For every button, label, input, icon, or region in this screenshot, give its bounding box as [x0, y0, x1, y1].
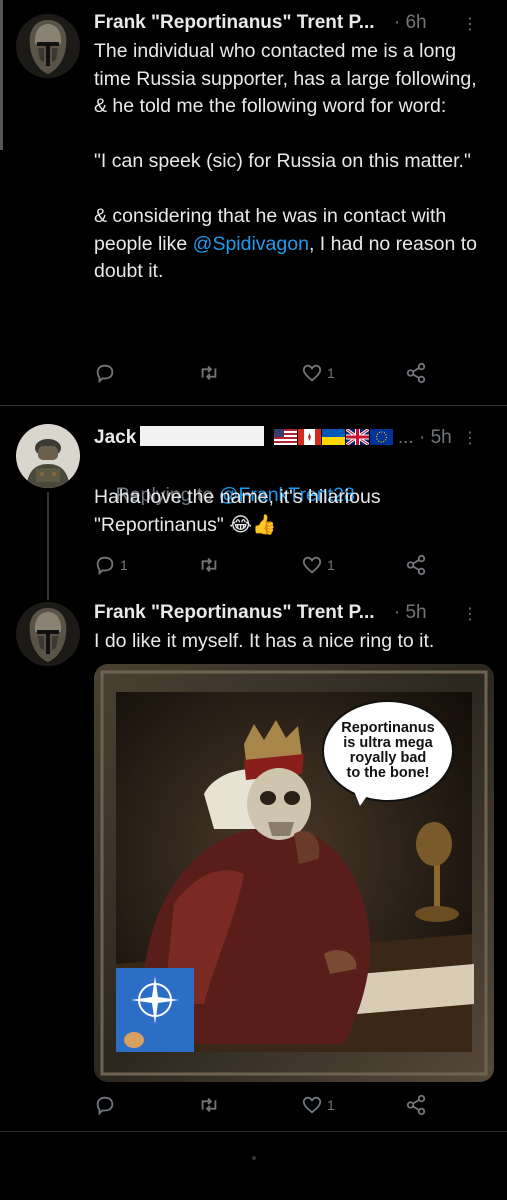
- name-overflow: ...: [397, 427, 414, 448]
- divider: [0, 1131, 507, 1132]
- flag-eu: [369, 429, 393, 445]
- like-button[interactable]: 1: [301, 362, 335, 384]
- retweet-button[interactable]: [197, 554, 221, 576]
- tweet-header: Frank "Reportinanus" Trent P... · 5h ⋮: [94, 602, 495, 630]
- timestamp[interactable]: · 5h: [394, 602, 427, 623]
- retweet-icon: [201, 365, 217, 381]
- like-count: 1: [327, 1097, 335, 1113]
- tweet-header: Jack ... · 5h ⋮: [94, 426, 495, 454]
- mention-link[interactable]: @Spidivagon: [193, 233, 309, 255]
- like-count: 1: [327, 557, 335, 573]
- share-button[interactable]: [405, 554, 427, 576]
- avatar[interactable]: [16, 424, 80, 488]
- timestamp[interactable]: · 5h: [419, 427, 452, 448]
- tweet-actions: 1 1: [94, 554, 434, 582]
- flag-ukraine: [321, 429, 345, 445]
- retweet-button[interactable]: [197, 1094, 221, 1116]
- author-name[interactable]: Jack: [94, 427, 136, 448]
- tweet-1[interactable]: Frank "Reportinanus" Trent P... · 6h ⋮ T…: [0, 0, 507, 405]
- author-name[interactable]: Frank "Reportinanus" Trent P...: [94, 12, 375, 33]
- tweet-text-part: The individual who contacted me is a lon…: [94, 40, 477, 255]
- more-icon[interactable]: ⋮: [462, 604, 478, 624]
- retweet-button[interactable]: [197, 362, 221, 384]
- more-icon[interactable]: ⋮: [462, 428, 478, 448]
- flag-usa: [273, 429, 297, 445]
- more-icon[interactable]: ⋮: [462, 14, 478, 34]
- reply-button[interactable]: [94, 362, 116, 384]
- avatar[interactable]: [16, 602, 80, 666]
- like-icon: [302, 364, 322, 382]
- like-icon: [302, 556, 322, 574]
- tweet-text: Haha love the name, it's hilarious "Repo…: [94, 486, 387, 536]
- reply-icon: [96, 364, 114, 384]
- reply-button[interactable]: 1: [94, 554, 128, 576]
- tweet-actions: 1: [94, 1094, 434, 1122]
- reply-count: 1: [120, 557, 128, 573]
- speech-bubble-tail: [352, 786, 374, 806]
- share-button[interactable]: [405, 362, 427, 384]
- speech-bubble: Reportinanus is ultra mega royally bad t…: [322, 700, 454, 802]
- tweet-actions: 1: [94, 362, 434, 390]
- tweet-text: I do like it myself. It has a nice ring …: [94, 630, 435, 652]
- flag-canada: [297, 429, 321, 445]
- home-indicator: [252, 1156, 256, 1160]
- timestamp[interactable]: · 6h: [394, 12, 427, 33]
- redaction-bar: [140, 426, 265, 446]
- tweet-image[interactable]: Reportinanus is ultra mega royally bad t…: [94, 664, 494, 1082]
- like-button[interactable]: 1: [301, 554, 335, 576]
- tweet-2[interactable]: Jack ... · 5h ⋮ Replying to @FrankTrent2…: [0, 406, 507, 600]
- thread-connector: [47, 492, 49, 600]
- reply-icon: [96, 1096, 114, 1116]
- share-icon: [406, 362, 426, 384]
- share-button[interactable]: [405, 1094, 427, 1116]
- tweet-header: Frank "Reportinanus" Trent P... · 6h ⋮: [94, 12, 495, 40]
- share-icon: [406, 554, 426, 576]
- flag-uk: [344, 427, 370, 447]
- share-icon: [406, 1094, 426, 1116]
- reply-icon: [96, 556, 114, 576]
- like-count: 1: [327, 365, 335, 381]
- like-button[interactable]: 1: [301, 1094, 335, 1116]
- retweet-icon: [201, 557, 217, 573]
- like-icon: [302, 1096, 322, 1114]
- tweet-text: The individual who contacted me is a lon…: [94, 38, 494, 286]
- avatar[interactable]: [16, 14, 80, 78]
- retweet-icon: [201, 1097, 217, 1113]
- author-name[interactable]: Frank "Reportinanus" Trent P...: [94, 602, 375, 623]
- reply-button[interactable]: [94, 1094, 116, 1116]
